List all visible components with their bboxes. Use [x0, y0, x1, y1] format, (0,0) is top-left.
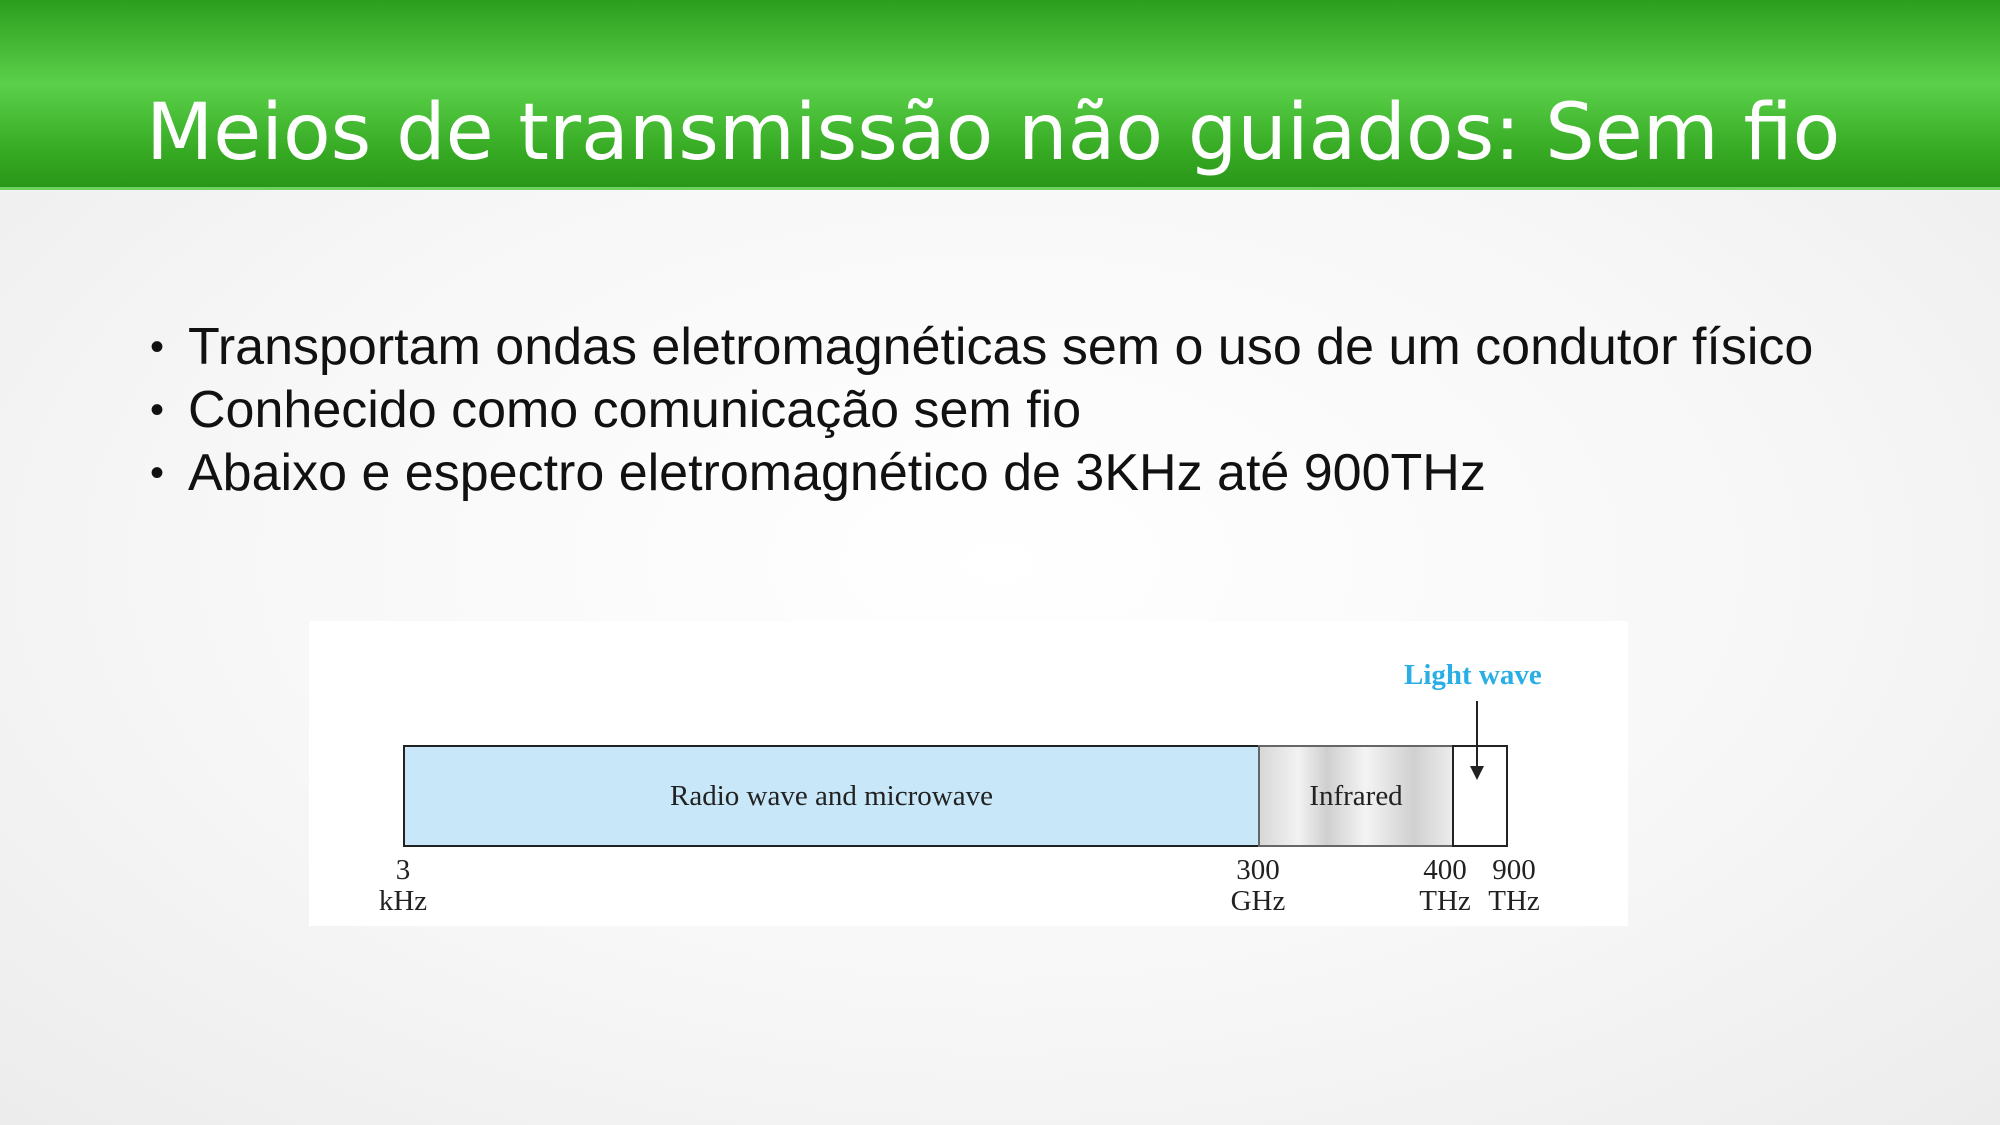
bullet-icon: •: [150, 388, 165, 432]
bullet-list: • Transportam ondas eletromagnéticas sem …: [150, 316, 1813, 505]
tick-label: 300 GHz: [1208, 855, 1308, 917]
light-wave-label: Light wave: [1404, 659, 1542, 691]
light-wave-segment: [1452, 745, 1508, 847]
bullet-item: • Transportam ondas eletromagnéticas sem …: [150, 316, 1813, 379]
tick-value: 900: [1492, 854, 1536, 886]
tick-value: 300: [1236, 854, 1280, 886]
tick-label: 3 kHz: [353, 855, 453, 917]
tick-value: 3: [395, 854, 411, 886]
tick-unit: THz: [1488, 885, 1540, 917]
bullet-icon: •: [150, 325, 165, 369]
bullet-text: Abaixo e espectro eletromagnético de 3KH…: [188, 444, 1486, 502]
bullet-item: • Conhecido como comunicação sem fio: [150, 379, 1813, 442]
tick-unit: kHz: [378, 885, 428, 917]
infrared-segment: Infrared: [1258, 745, 1454, 847]
bullet-icon: •: [150, 451, 165, 495]
segment-label: Infrared: [1309, 779, 1403, 812]
segment-label: Radio wave and microwave: [670, 779, 993, 812]
bullet-item: • Abaixo e espectro eletromagnético de 3K…: [150, 442, 1813, 505]
bullet-text: Transportam ondas eletromagnéticas sem o…: [188, 318, 1814, 376]
slide-title: Meios de transmissão não guiados: Sem fi…: [146, 88, 1841, 178]
title-bar: Meios de transmissão não guiados: Sem fi…: [0, 0, 2000, 190]
arrow-down-icon: [1470, 766, 1484, 780]
arrow-shaft: [1476, 701, 1478, 771]
tick-label: 900 THz: [1464, 855, 1564, 917]
tick-unit: GHz: [1230, 885, 1286, 917]
radio-microwave-segment: Radio wave and microwave: [403, 745, 1260, 847]
bullet-text: Conhecido como comunicação sem fio: [188, 381, 1082, 439]
spectrum-diagram: Radio wave and microwave Infrared Light …: [309, 621, 1628, 926]
